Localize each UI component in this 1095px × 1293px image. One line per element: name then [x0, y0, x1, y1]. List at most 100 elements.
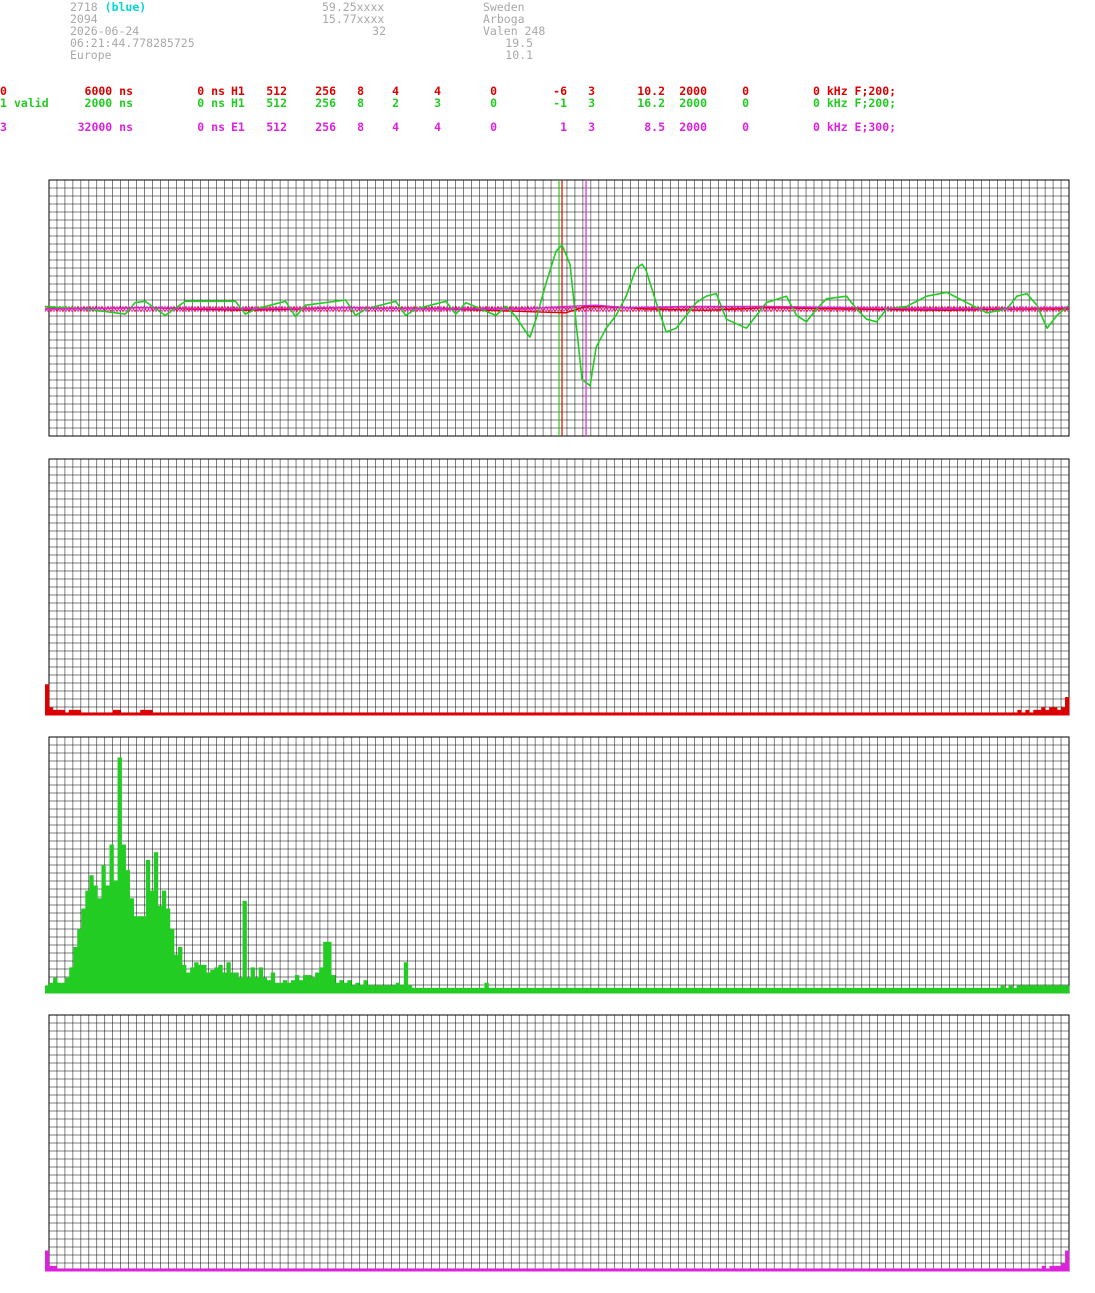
- channel-3-type: E1: [231, 120, 245, 134]
- spectrum-bar: [89, 875, 94, 993]
- channel-1-c9: 2000: [679, 96, 707, 110]
- spectrum-bar: [97, 898, 102, 993]
- channel-3-filter: 0 kHz E;300;: [813, 120, 897, 134]
- spectrum-bar: [355, 982, 360, 993]
- spectrum-bar: [165, 908, 171, 993]
- channel-3-c5: 4: [434, 120, 441, 134]
- channel-1-filter: 0 kHz F;200;: [813, 96, 897, 110]
- spectrum-bar: [101, 865, 106, 993]
- spectrum-bar: [230, 972, 235, 993]
- channel-1-c6: 0: [490, 96, 497, 110]
- spectrum-bar: [395, 982, 401, 993]
- value-2: 10.1: [505, 48, 533, 62]
- spectrum-bar: [323, 941, 328, 993]
- spectrum-3-grid: [48, 1014, 1070, 1272]
- channel-1-c8: 3: [588, 96, 595, 110]
- spectrum-bar: [262, 977, 268, 993]
- spectrum-bar: [133, 916, 139, 993]
- spectrum-bar: [141, 916, 147, 993]
- spectrum-bar: [93, 885, 98, 993]
- channel-1-c5: 3: [434, 96, 441, 110]
- spectrum-bar: [274, 982, 280, 993]
- spectrum-bar: [258, 967, 263, 993]
- spectrum-bar: [294, 975, 300, 993]
- spectrum-bar: [250, 967, 255, 993]
- spectrum-1-baseline: [45, 991, 1069, 994]
- spectrum-bar: [105, 885, 110, 993]
- spectrum-bar: [69, 967, 74, 993]
- spectrum-bar: [210, 969, 215, 993]
- spectrum-bar: [331, 975, 336, 993]
- channel-1-c2: 256: [315, 96, 336, 110]
- channel-3-c3: 8: [357, 120, 364, 134]
- station-tag: (blue): [104, 0, 147, 14]
- channel-3-offset: 0 ns: [197, 120, 225, 134]
- spectrum-bar: [484, 982, 489, 993]
- channel-3-c7: 1: [560, 120, 567, 134]
- spectrum-bar: [222, 972, 227, 993]
- spectrum-panel-channel-1: [45, 736, 1070, 994]
- spectrum-3-baseline: [45, 1269, 1069, 1272]
- spectrum-bar: [117, 757, 122, 993]
- spectrum-bar: [129, 898, 134, 993]
- channel-1-status: valid: [14, 96, 49, 110]
- altitude: 32: [372, 24, 386, 38]
- spectrum-bar: [198, 964, 203, 993]
- spectrum-bar: [53, 977, 58, 993]
- spectrum-bar: [339, 980, 344, 993]
- spectrum-bar: [234, 972, 239, 993]
- channel-1-c10: 0: [742, 96, 749, 110]
- channel-3-c6: 0: [490, 120, 497, 134]
- spectrum-bar: [45, 1250, 50, 1271]
- spectrum-bar: [57, 982, 62, 993]
- channel-1-freq: 16.2: [637, 96, 665, 110]
- spectrum-bar: [327, 941, 332, 993]
- spectrum-bar: [161, 890, 167, 993]
- spectrum-bar: [347, 980, 352, 993]
- spectrum-bar: [319, 967, 324, 993]
- spectrum-bar: [290, 980, 296, 993]
- spectrum-bar: [335, 982, 340, 993]
- spectrum-bar: [49, 982, 54, 993]
- spectrum-bar: [311, 977, 316, 993]
- channel-3-freq: 8.5: [644, 120, 665, 134]
- spectrum-bar: [73, 946, 78, 993]
- spectrum-bar: [315, 972, 320, 993]
- spectrum-bar: [206, 972, 211, 993]
- spectrum-bar: [121, 844, 126, 993]
- spectrum-bar: [363, 980, 368, 993]
- spectrum-bar: [278, 982, 284, 993]
- channel-1-type: H1: [231, 96, 245, 110]
- region: Europe: [70, 48, 112, 62]
- channel-3-c8: 3: [588, 120, 595, 134]
- spectrum-bar: [286, 982, 292, 993]
- channel-1-window: 2000 ns: [84, 96, 133, 110]
- channel-1-c3: 8: [357, 96, 364, 110]
- channel-3-c9: 2000: [679, 120, 707, 134]
- channel-3-c1: 512: [266, 120, 287, 134]
- spectrum-bar: [182, 964, 187, 993]
- spectrum-bar: [214, 967, 219, 993]
- spectrum-1-grid: [48, 736, 1070, 994]
- spectrum-0-baseline: [45, 713, 1069, 716]
- spectrum-bar: [202, 964, 207, 993]
- spectrum-bar: [270, 972, 276, 993]
- spectrum-bar: [109, 844, 114, 993]
- spectrum-bar: [403, 962, 409, 993]
- channel-3-c10: 0: [742, 120, 749, 134]
- spectrum-bar: [157, 905, 163, 993]
- channel-3-c4: 4: [392, 120, 399, 134]
- spectrum-0-grid: [48, 458, 1070, 716]
- spectrum-bar: [190, 967, 195, 993]
- channel-1-c7: -1: [553, 96, 567, 110]
- spectrum-bar: [303, 975, 308, 993]
- channel-3-window: 32000 ns: [77, 120, 133, 134]
- spectrum-bar: [137, 916, 143, 993]
- spectrum-bar: [343, 982, 348, 993]
- spectrum-bar: [149, 890, 155, 993]
- spectrum-bar: [1065, 1250, 1070, 1271]
- channel-3-id: 3: [0, 120, 7, 134]
- spectrum-panel-channel-0: [45, 458, 1070, 716]
- spectrum-bar: [238, 977, 243, 993]
- spectrum-bar: [113, 880, 118, 993]
